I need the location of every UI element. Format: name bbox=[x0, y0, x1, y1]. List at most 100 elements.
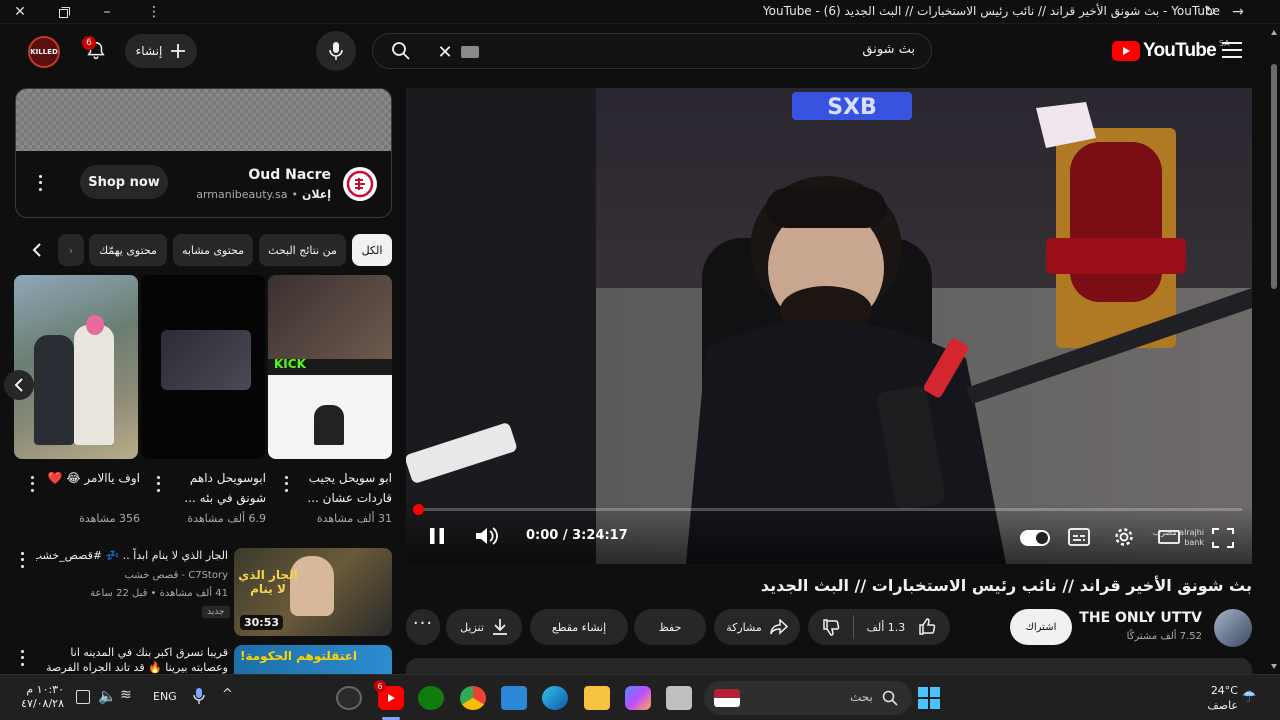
short-thumbnail-2[interactable] bbox=[141, 275, 265, 459]
more-options-icon[interactable]: ⋮ bbox=[142, 0, 166, 24]
like-dislike-group: 1.3 ألف bbox=[808, 609, 950, 645]
short-title-3[interactable]: اوف ياالامر 😂 ❤️ bbox=[44, 468, 140, 488]
new-badge: جديد bbox=[202, 606, 230, 618]
task-view-icon[interactable] bbox=[666, 686, 692, 710]
voice-search-button[interactable] bbox=[316, 31, 356, 71]
search-box[interactable]: ✕ بث شونق bbox=[372, 33, 932, 69]
pause-button[interactable] bbox=[426, 525, 448, 547]
ad-card[interactable]: Oud Nacre armanibeauty.sa • إعلان Shop n… bbox=[15, 88, 392, 218]
scroll-up-arrow[interactable] bbox=[1271, 30, 1277, 35]
search-submit-button[interactable] bbox=[381, 33, 421, 69]
recommended-more-icon-2[interactable] bbox=[16, 648, 28, 668]
chip-related[interactable]: محتوى مشابه bbox=[173, 234, 253, 266]
subtitles-icon bbox=[1068, 528, 1090, 546]
short-title-1[interactable]: ابو سويحل يجيب قاردات عشان ... bbox=[296, 468, 392, 508]
save-button[interactable]: حفظ bbox=[634, 609, 706, 645]
dislike-icon[interactable] bbox=[822, 618, 840, 636]
channel-avatar[interactable] bbox=[1214, 609, 1252, 647]
weather-desc: عاصف bbox=[1207, 699, 1238, 712]
keyboard-icon[interactable] bbox=[461, 46, 479, 58]
scroll-down-arrow[interactable] bbox=[1271, 664, 1277, 669]
youtube-play-icon bbox=[1112, 41, 1140, 61]
clock[interactable]: ١٠:٣٠ م ٤٧/٠٨/٢٨ bbox=[16, 683, 64, 711]
short-more-icon-3[interactable] bbox=[26, 474, 38, 494]
account-avatar[interactable]: KILLED bbox=[28, 36, 60, 68]
recommended-title-2[interactable]: قريبا تسرق اكبر بنك في المدينه انا وعصاب… bbox=[36, 645, 228, 674]
weather-widget[interactable]: 24°C عاصف bbox=[1200, 683, 1238, 713]
mic-tray-icon[interactable] bbox=[193, 687, 205, 705]
create-button[interactable]: إنشاء bbox=[125, 34, 197, 68]
shop-now-button[interactable]: Shop now bbox=[80, 165, 168, 199]
chips-prev-icon[interactable] bbox=[24, 234, 50, 266]
clip-label: إنشاء مقطع bbox=[551, 620, 607, 634]
language-indicator[interactable]: ENG bbox=[153, 690, 177, 703]
fullscreen-button[interactable] bbox=[1210, 526, 1236, 550]
subscribe-button[interactable]: اشتراك bbox=[1010, 609, 1072, 645]
taskbar-search-placeholder: بحث bbox=[850, 690, 873, 704]
recommended-thumbnail-1[interactable]: الجار الذي لا ينام 30:53 bbox=[234, 548, 392, 636]
chip-partial[interactable]: › bbox=[58, 234, 84, 266]
chip-all[interactable]: الكل bbox=[352, 234, 392, 266]
youtube-app-icon[interactable]: 6 bbox=[374, 680, 404, 710]
clock-time: ١٠:٣٠ م bbox=[26, 683, 64, 696]
autoplay-toggle[interactable] bbox=[1020, 530, 1050, 546]
youtube-header: KILLED 6 إنشاء ✕ بث شونق YouTube SA bbox=[0, 24, 1268, 78]
recommended-title-1[interactable]: الجار الذي لا ينام ابداً .. 💤 #قصص_خشب bbox=[36, 548, 228, 564]
short-thumbnail-1[interactable]: KICK bbox=[268, 275, 392, 459]
notifications-button[interactable]: 6 bbox=[76, 31, 116, 71]
more-actions-button[interactable]: ··· bbox=[406, 609, 440, 645]
recommended-thumbnail-2[interactable]: اعتقلتوهم الحكومة! bbox=[234, 645, 392, 674]
progress-scrubber[interactable] bbox=[413, 504, 424, 515]
tray-chevron-up-icon[interactable]: ^ bbox=[222, 687, 233, 702]
channel-name[interactable]: THE ONLY UTTV bbox=[1079, 610, 1202, 626]
recommended-more-icon-1[interactable] bbox=[16, 550, 28, 570]
xbox-app-icon[interactable] bbox=[418, 686, 444, 710]
store-app-icon[interactable] bbox=[501, 686, 527, 710]
settings-button[interactable] bbox=[1113, 526, 1135, 548]
forward-arrow-icon[interactable]: → bbox=[1226, 0, 1250, 24]
reload-icon[interactable]: ↻ bbox=[1198, 0, 1222, 24]
close-icon[interactable]: ✕ bbox=[8, 0, 32, 24]
wifi-icon[interactable]: ≋ bbox=[120, 687, 132, 703]
chip-from-search[interactable]: من نتائج البحث bbox=[259, 234, 346, 266]
short-title-2[interactable]: ابوسويحل داهم شونق في بئه ... bbox=[170, 468, 266, 508]
taskbar-search[interactable]: بحث bbox=[704, 681, 912, 715]
restore-window-icon[interactable] bbox=[52, 0, 76, 24]
battery-icon[interactable] bbox=[76, 690, 90, 704]
chrome-app-icon[interactable] bbox=[460, 686, 486, 710]
clear-search-icon[interactable]: ✕ bbox=[435, 42, 455, 63]
scroll-thumb[interactable] bbox=[1271, 64, 1277, 289]
shorts-prev-button[interactable] bbox=[4, 370, 34, 400]
ad-banner-image[interactable] bbox=[16, 89, 391, 151]
share-button[interactable]: مشاركة bbox=[714, 609, 800, 645]
short-more-icon-1[interactable] bbox=[280, 474, 292, 494]
youtube-logo[interactable]: YouTube SA bbox=[1112, 39, 1230, 63]
clip-button[interactable]: إنشاء مقطع bbox=[530, 609, 628, 645]
page-scrollbar[interactable] bbox=[1268, 24, 1280, 674]
video-player[interactable]: SXB 0:00 / 3:24:17 مصرف alrajhi bank bbox=[406, 88, 1252, 564]
minimize-icon[interactable]: – bbox=[95, 0, 119, 24]
search-input[interactable]: بث شونق bbox=[862, 42, 915, 57]
progress-bar[interactable] bbox=[416, 508, 1242, 511]
ad-more-icon[interactable] bbox=[34, 173, 46, 193]
windows-start-icon[interactable] bbox=[918, 687, 940, 709]
short-thumbnail-3[interactable] bbox=[14, 275, 138, 459]
download-label: تنزيل bbox=[460, 620, 484, 634]
create-label: إنشاء bbox=[135, 44, 163, 58]
copilot-app-icon[interactable] bbox=[625, 686, 651, 710]
volume-button[interactable] bbox=[474, 525, 498, 547]
plus-icon bbox=[171, 44, 186, 58]
download-button[interactable]: تنزيل bbox=[446, 609, 522, 645]
obs-app-icon[interactable] bbox=[336, 686, 362, 710]
short-more-icon-2[interactable] bbox=[152, 474, 164, 494]
volume-tray-icon[interactable]: 🔈 bbox=[98, 687, 117, 705]
edge-app-icon[interactable] bbox=[542, 686, 568, 710]
menu-icon[interactable] bbox=[1222, 42, 1242, 58]
subtitles-button[interactable] bbox=[1068, 528, 1090, 546]
description-box[interactable] bbox=[406, 658, 1252, 674]
chevron-left-icon bbox=[14, 378, 23, 392]
recommended-channel-1[interactable]: C7Story - قصص خشب bbox=[36, 570, 228, 581]
like-icon[interactable] bbox=[918, 618, 936, 636]
chip-for-you[interactable]: محتوى يهمّك bbox=[89, 234, 167, 266]
file-explorer-icon[interactable] bbox=[584, 686, 610, 710]
